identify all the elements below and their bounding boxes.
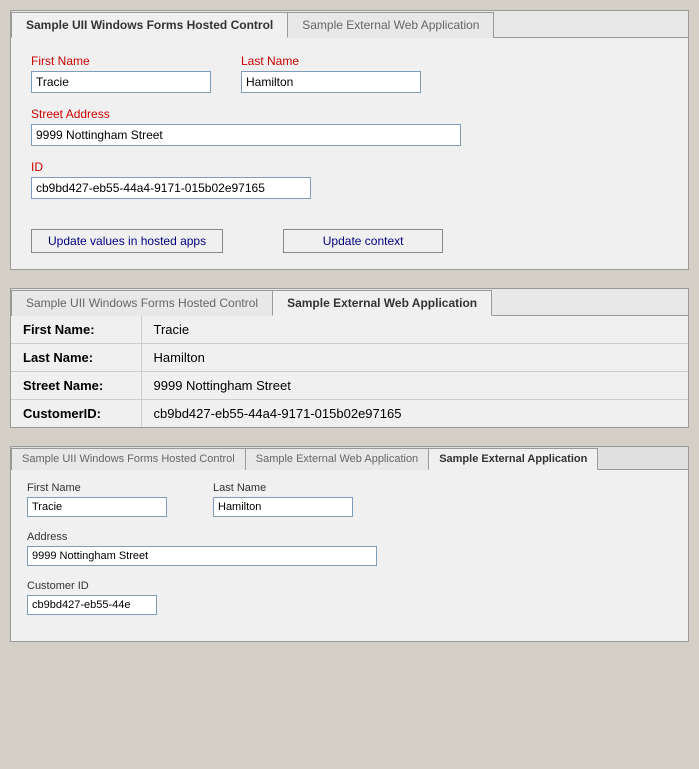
panel1-id-row: ID xyxy=(31,160,668,199)
panel1-tab-uii[interactable]: Sample UII Windows Forms Hosted Control xyxy=(11,12,288,38)
row-street-value: 9999 Nottingham Street xyxy=(141,372,688,400)
row-last-name-label: Last Name: xyxy=(11,344,141,372)
row-last-name-value: Hamilton xyxy=(141,344,688,372)
panel1-content: First Name Last Name Street Address ID U… xyxy=(11,38,688,269)
panel1-name-row: First Name Last Name xyxy=(31,54,668,93)
panel2-tab-bar: Sample UII Windows Forms Hosted Control … xyxy=(11,289,688,316)
panel3-tab-bar: Sample UII Windows Forms Hosted Control … xyxy=(11,447,688,470)
panel-2: Sample UII Windows Forms Hosted Control … xyxy=(10,288,689,428)
panel3-last-name-label: Last Name xyxy=(213,482,353,494)
panel3-tab-external-web[interactable]: Sample External Web Application xyxy=(245,448,429,470)
panel3-address-group: Address xyxy=(27,531,377,566)
panel3-address-row: Address xyxy=(27,531,672,566)
panel3-last-name-group: Last Name xyxy=(213,482,353,517)
row-first-name-label: First Name: xyxy=(11,316,141,344)
panel-3: Sample UII Windows Forms Hosted Control … xyxy=(10,446,689,642)
panel2-content: First Name: Tracie Last Name: Hamilton S… xyxy=(11,316,688,427)
update-hosted-button[interactable]: Update values in hosted apps xyxy=(31,229,223,253)
panel2-table: First Name: Tracie Last Name: Hamilton S… xyxy=(11,316,688,427)
panel3-custid-group: Customer ID xyxy=(27,580,157,615)
panel1-tab-external-web[interactable]: Sample External Web Application xyxy=(287,12,494,38)
panel3-address-input[interactable] xyxy=(27,546,377,566)
table-row: Street Name: 9999 Nottingham Street xyxy=(11,372,688,400)
panel1-last-name-group: Last Name xyxy=(241,54,421,93)
panel1-street-row: Street Address xyxy=(31,107,668,146)
panel3-tab-uii[interactable]: Sample UII Windows Forms Hosted Control xyxy=(11,448,246,470)
panel1-first-name-label: First Name xyxy=(31,54,211,68)
panel-1: Sample UII Windows Forms Hosted Control … xyxy=(10,10,689,270)
panel3-custid-label: Customer ID xyxy=(27,580,157,592)
panel1-street-label: Street Address xyxy=(31,107,461,121)
panel1-id-input[interactable] xyxy=(31,177,311,199)
row-street-label: Street Name: xyxy=(11,372,141,400)
panel3-first-name-input[interactable] xyxy=(27,497,167,517)
panel3-content: First Name Last Name Address Customer ID xyxy=(11,470,688,641)
panel3-name-row: First Name Last Name xyxy=(27,482,672,517)
panel1-id-group: ID xyxy=(31,160,311,199)
panel1-id-label: ID xyxy=(31,160,311,174)
panel3-custid-row: Customer ID xyxy=(27,580,672,615)
panel3-tab-external-app[interactable]: Sample External Application xyxy=(428,448,598,470)
panel1-last-name-input[interactable] xyxy=(241,71,421,93)
row-first-name-value: Tracie xyxy=(141,316,688,344)
panel3-custid-input[interactable] xyxy=(27,595,157,615)
panel1-first-name-group: First Name xyxy=(31,54,211,93)
panel3-first-name-label: First Name xyxy=(27,482,167,494)
panel3-first-name-group: First Name xyxy=(27,482,167,517)
row-customerid-label: CustomerID: xyxy=(11,400,141,428)
panel2-tab-external-web[interactable]: Sample External Web Application xyxy=(272,290,492,316)
row-customerid-value: cb9bd427-eb55-44a4-9171-015b02e97165 xyxy=(141,400,688,428)
update-context-button[interactable]: Update context xyxy=(283,229,443,253)
table-row: First Name: Tracie xyxy=(11,316,688,344)
panel3-last-name-input[interactable] xyxy=(213,497,353,517)
table-row: Last Name: Hamilton xyxy=(11,344,688,372)
table-row: CustomerID: cb9bd427-eb55-44a4-9171-015b… xyxy=(11,400,688,428)
panel2-tab-uii[interactable]: Sample UII Windows Forms Hosted Control xyxy=(11,290,273,316)
panel3-address-label: Address xyxy=(27,531,377,543)
panel1-button-row: Update values in hosted apps Update cont… xyxy=(31,219,668,253)
panel1-first-name-input[interactable] xyxy=(31,71,211,93)
panel1-tab-bar: Sample UII Windows Forms Hosted Control … xyxy=(11,11,688,38)
panel1-last-name-label: Last Name xyxy=(241,54,421,68)
panel1-street-input[interactable] xyxy=(31,124,461,146)
panel1-street-group: Street Address xyxy=(31,107,461,146)
